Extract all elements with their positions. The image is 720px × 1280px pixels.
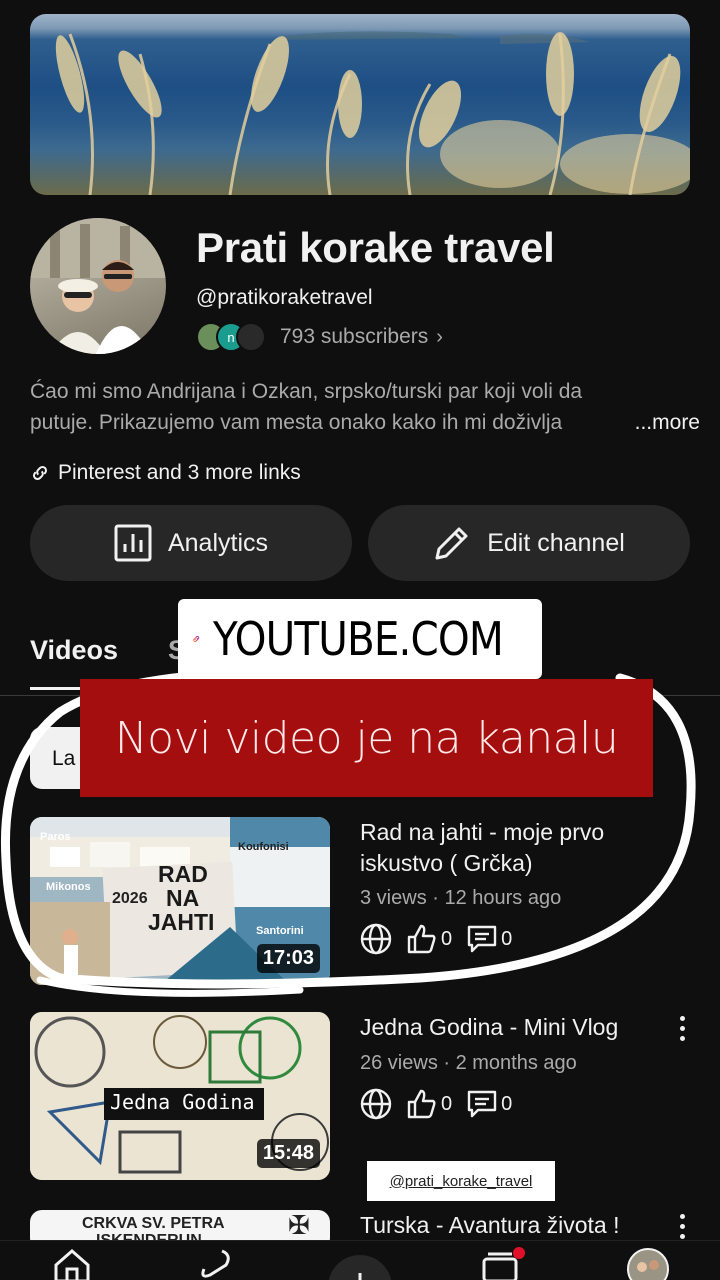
cross-icon: ✠ (288, 1210, 310, 1240)
video-stats: 0 0 (360, 1088, 526, 1120)
channel-avatar[interactable] (30, 218, 166, 354)
channel-handle: @pratikoraketravel (196, 286, 373, 309)
link-icon (32, 465, 48, 481)
edit-channel-button[interactable]: Edit channel (368, 505, 690, 581)
nav-shorts[interactable] (196, 1247, 236, 1280)
subscribers-row[interactable]: n 793 subscribers › (196, 320, 443, 354)
channel-banner (30, 14, 690, 195)
channel-name: Prati korake travel (196, 224, 555, 271)
description-line: putuje. Prikazujemo vam mesta onako kako… (30, 411, 563, 434)
edit-channel-label: Edit channel (487, 528, 625, 557)
thumb-label: CRKVA SV. PETRA (82, 1215, 225, 1232)
bar-chart-icon (114, 524, 152, 562)
thumb-up-icon (407, 1089, 436, 1119)
links-label: Pinterest and 3 more links (58, 461, 301, 484)
kebab-menu-icon[interactable] (672, 1016, 692, 1046)
comment-count: 0 (501, 1092, 513, 1115)
link-sticker[interactable]: YOUTUBE.COM (178, 599, 542, 679)
more-link[interactable]: ...more (635, 407, 700, 438)
home-icon (54, 1249, 90, 1280)
globe-icon (360, 1088, 392, 1120)
description-line: Ćao mi smo Andrijana i Ozkan, srpsko/tur… (30, 380, 583, 403)
announcement-text: Novi video je na kanalu (114, 712, 619, 764)
video-meta: 26 views · 2 months ago (360, 1052, 577, 1074)
comment-icon (467, 1090, 497, 1118)
channel-description[interactable]: Ćao mi smo Andrijana i Ozkan, srpsko/tur… (30, 376, 700, 438)
announcement-sticker: Novi video je na kanalu (80, 679, 653, 797)
nav-subscriptions[interactable] (482, 1247, 530, 1280)
nav-home[interactable] (52, 1247, 92, 1280)
analytics-button[interactable]: Analytics (30, 505, 352, 581)
video-duration: 15:48 (256, 1139, 320, 1168)
subscriber-count: 793 subscribers (280, 325, 429, 348)
instagram-handle: @prati_korake_travel (389, 1172, 533, 1190)
thumb-label: Jedna Godina (110, 1090, 255, 1114)
link-icon (193, 636, 200, 642)
subscriptions-icon (482, 1247, 525, 1280)
analytics-label: Analytics (167, 528, 269, 557)
link-sticker-text: YOUTUBE.COM (212, 612, 504, 666)
pencil-icon (435, 527, 468, 560)
shorts-icon (201, 1249, 230, 1278)
bottom-navigation (0, 1240, 720, 1280)
profile-avatar-icon (627, 1248, 669, 1280)
nav-create[interactable] (326, 1253, 394, 1280)
video-thumbnail[interactable]: Jedna Godina 15:48 (30, 1012, 330, 1180)
subscriber-avatar (236, 322, 266, 352)
instagram-handle-sticker[interactable]: @prati_korake_travel (367, 1161, 555, 1201)
like-count: 0 (441, 1092, 453, 1115)
video-title[interactable]: Turska - Avantura života ! (360, 1210, 660, 1241)
channel-links[interactable]: Pinterest and 3 more links (30, 458, 301, 488)
chevron-right-icon: › (436, 325, 443, 348)
nav-you[interactable] (626, 1247, 670, 1280)
plus-icon (328, 1255, 392, 1280)
